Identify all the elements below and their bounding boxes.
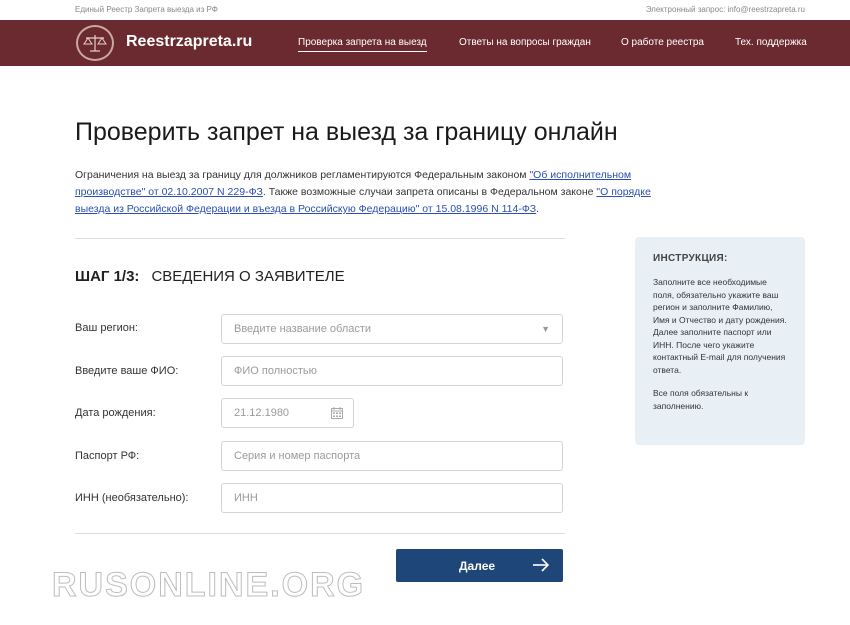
divider-bottom: [75, 533, 565, 534]
topbar-title: Единый Реестр Запрета выезда из РФ: [75, 5, 218, 14]
region-select[interactable]: Введите название области ▼: [221, 314, 563, 344]
instruction-text: Заполните все необходимые поля, обязател…: [653, 277, 787, 375]
birth-date-value: 21.12.1980: [234, 407, 290, 419]
passport-label: Паспорт РФ:: [75, 450, 140, 462]
page-title: Проверить запрет на выезд за границу онл…: [75, 118, 618, 146]
next-button[interactable]: Далее: [396, 549, 563, 582]
instruction-panel: ИНСТРУКЦИЯ: Заполните все необходимые по…: [635, 237, 805, 445]
region-label: Ваш регион:: [75, 322, 138, 334]
fio-placeholder: ФИО полностью: [234, 365, 317, 377]
intro-text-2: . Также возможные случаи запрета описаны…: [262, 186, 597, 198]
nav-item-about[interactable]: О работе реестра: [621, 37, 704, 48]
nav-item-support[interactable]: Тех. поддержка: [735, 37, 807, 48]
passport-placeholder: Серия и номер паспорта: [234, 450, 361, 462]
topbar: Единый Реестр Запрета выезда из РФ Элект…: [0, 0, 850, 20]
inn-placeholder: ИНН: [234, 492, 258, 504]
calendar-icon[interactable]: [331, 407, 343, 419]
birth-date-label: Дата рождения:: [75, 407, 156, 419]
instruction-title: ИНСТРУКЦИЯ:: [653, 253, 728, 264]
topbar-contact-email[interactable]: Электронный запрос: info@reestrzapreta.r…: [646, 5, 805, 14]
instruction-note: Все поля обязательны к заполнению.: [653, 388, 749, 411]
fio-label: Введите ваше ФИО:: [75, 365, 179, 377]
brand-name[interactable]: Reestrzapreta.ru: [126, 33, 252, 51]
inn-label: ИНН (необязательно):: [75, 492, 189, 504]
header-navbar: Reestrzapreta.ru Проверка запрета на вые…: [0, 20, 850, 66]
intro-text-3: .: [536, 203, 540, 215]
intro-paragraph: Ограничения на выезд за границу для долж…: [75, 167, 675, 218]
step-number: ШАГ 1/3:: [75, 268, 140, 285]
logo[interactable]: [76, 25, 114, 61]
next-button-label: Далее: [459, 559, 496, 573]
passport-input[interactable]: Серия и номер паспорта: [221, 441, 563, 471]
region-placeholder: Введите название области: [234, 323, 372, 335]
arrow-right-icon: [533, 558, 550, 572]
inn-input[interactable]: ИНН: [221, 483, 563, 513]
step-title: СВЕДЕНИЯ О ЗАЯВИТЕЛЕ: [151, 268, 345, 285]
intro-text-1: Ограничения на выезд за границу для долж…: [75, 169, 530, 181]
scales-icon: [83, 35, 107, 52]
step-heading: ШАГ 1/3: СВЕДЕНИЯ О ЗАЯВИТЕЛЕ: [75, 268, 345, 285]
watermark: RUSONLINE.ORG: [51, 566, 366, 605]
nav-item-faq[interactable]: Ответы на вопросы граждан: [459, 37, 591, 48]
divider-top: [75, 238, 565, 239]
birth-date-input[interactable]: 21.12.1980: [221, 398, 354, 428]
fio-input[interactable]: ФИО полностью: [221, 356, 563, 386]
nav-item-check-ban[interactable]: Проверка запрета на выезд: [298, 37, 427, 52]
chevron-down-icon: ▼: [541, 324, 550, 334]
